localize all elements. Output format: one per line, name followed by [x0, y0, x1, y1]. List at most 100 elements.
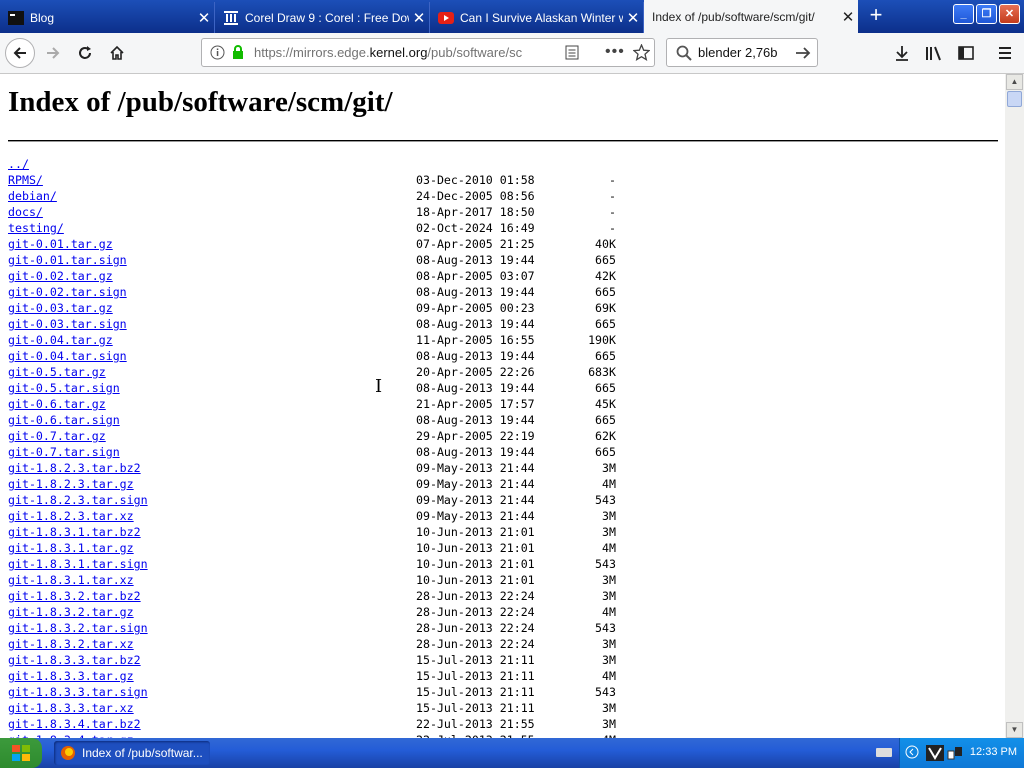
list-item: git-1.8.3.1.tar.xz 10-Jun-2013 21:01 3M: [8, 572, 628, 588]
file-link[interactable]: git-1.8.3.1.tar.gz: [8, 540, 134, 556]
file-size: -: [609, 205, 616, 219]
start-button[interactable]: [0, 738, 42, 768]
close-tab-icon[interactable]: ✕: [409, 9, 429, 27]
list-item: git-1.8.3.2.tar.sign 28-Jun-2013 22:24 543: [8, 620, 628, 636]
new-tab-button[interactable]: +: [864, 4, 888, 28]
file-link[interactable]: docs/: [8, 204, 43, 220]
file-link[interactable]: git-1.8.3.1.tar.bz2: [8, 524, 141, 540]
tab-blog[interactable]: Blog ✕: [0, 2, 215, 33]
file-link[interactable]: git-1.8.3.1.tar.xz: [8, 572, 134, 588]
file-link[interactable]: testing/: [8, 220, 64, 236]
search-input[interactable]: blender 2,76b: [698, 45, 778, 60]
file-link[interactable]: git-1.8.3.2.tar.gz: [8, 604, 134, 620]
file-link[interactable]: git-1.8.3.4.tar.bz2: [8, 716, 141, 732]
reader-view-icon[interactable]: [565, 45, 579, 65]
network-icon[interactable]: [947, 745, 963, 764]
window-controls: _ ❐ ✕: [953, 4, 1020, 24]
bookmark-star-icon[interactable]: [632, 43, 651, 66]
scrollbar-thumb[interactable]: [1007, 91, 1022, 107]
downloads-button[interactable]: [887, 38, 917, 68]
close-window-button[interactable]: ✕: [999, 4, 1020, 24]
tab-youtube[interactable]: Can I Survive Alaskan Winter w ✕: [430, 2, 644, 33]
file-link[interactable]: git-1.8.3.3.tar.sign: [8, 684, 148, 700]
maximize-button[interactable]: ❐: [976, 4, 997, 24]
file-link[interactable]: RPMS/: [8, 172, 43, 188]
file-link[interactable]: git-1.8.2.3.tar.gz: [8, 476, 134, 492]
list-item: git-1.8.3.3.tar.sign 15-Jul-2013 21:11 543: [8, 684, 628, 700]
close-tab-icon[interactable]: ✕: [838, 8, 858, 26]
info-icon[interactable]: [210, 45, 225, 65]
file-link[interactable]: git-1.8.3.2.tar.xz: [8, 636, 134, 652]
tray-expand-icon[interactable]: [905, 745, 919, 762]
navigation-toolbar: https://mirrors.edge.kernel.org/pub/soft…: [0, 33, 1024, 74]
back-arrow-icon: [13, 47, 26, 59]
vlc-tray-icon[interactable]: [926, 745, 944, 764]
tab-corel[interactable]: Corel Draw 9 : Corel : Free Down ✕: [215, 2, 430, 33]
list-item: git-0.03.tar.gz 09-Apr-2005 00:23 69K: [8, 300, 628, 316]
file-link[interactable]: git-0.01.tar.gz: [8, 236, 113, 252]
file-link[interactable]: git-1.8.3.1.tar.sign: [8, 556, 148, 572]
file-link[interactable]: git-0.01.tar.sign: [8, 252, 127, 268]
file-size: 42K: [595, 269, 616, 283]
file-link[interactable]: git-1.8.3.2.tar.sign: [8, 620, 148, 636]
file-link[interactable]: git-0.7.tar.gz: [8, 428, 106, 444]
file-link[interactable]: git-0.6.tar.gz: [8, 396, 106, 412]
close-tab-icon[interactable]: ✕: [194, 9, 214, 27]
address-bar[interactable]: https://mirrors.edge.kernel.org/pub/soft…: [201, 38, 655, 67]
file-listing: ../RPMS/03-Dec-2010 01:58- debian/24-Dec-…: [8, 156, 628, 738]
file-link[interactable]: git-1.8.3.3.tar.gz: [8, 668, 134, 684]
youtube-favicon-icon: [438, 10, 454, 26]
library-button[interactable]: [919, 38, 949, 68]
file-size: 665: [595, 413, 616, 427]
file-link[interactable]: git-1.8.2.3.tar.sign: [8, 492, 148, 508]
menu-button[interactable]: [990, 38, 1020, 68]
file-link[interactable]: git-0.02.tar.gz: [8, 268, 113, 284]
file-date: 09-May-2013 21:44: [416, 493, 535, 507]
file-link[interactable]: git-1.8.2.3.tar.bz2: [8, 460, 141, 476]
file-link[interactable]: git-0.04.tar.gz: [8, 332, 113, 348]
file-size: 3M: [602, 525, 616, 539]
file-date: 09-May-2013 21:44: [416, 509, 535, 523]
file-date: 08-Aug-2013 19:44: [416, 317, 535, 331]
taskbar-window-button[interactable]: Index of /pub/softwar...: [54, 741, 210, 765]
list-item: RPMS/03-Dec-2010 01:58 -: [8, 172, 628, 188]
file-size: 3M: [602, 573, 616, 587]
file-link[interactable]: git-0.7.tar.sign: [8, 444, 120, 460]
file-link[interactable]: git-0.5.tar.gz: [8, 364, 106, 380]
file-date: 09-May-2013 21:44: [416, 461, 535, 475]
file-link[interactable]: ../: [8, 156, 29, 172]
file-link[interactable]: debian/: [8, 188, 57, 204]
file-link[interactable]: git-0.03.tar.sign: [8, 316, 127, 332]
file-link[interactable]: git-1.8.3.2.tar.bz2: [8, 588, 141, 604]
file-size: 3M: [602, 509, 616, 523]
page-actions-icon[interactable]: •••: [605, 43, 625, 61]
home-button[interactable]: [102, 38, 132, 68]
scroll-down-arrow-icon[interactable]: ▼: [1006, 722, 1023, 738]
reload-button[interactable]: [70, 38, 100, 68]
tab-git-index[interactable]: Index of /pub/software/scm/git/ ✕: [644, 0, 858, 33]
file-link[interactable]: git-1.8.2.3.tar.xz: [8, 508, 134, 524]
sidebar-button[interactable]: [951, 38, 981, 68]
search-box[interactable]: blender 2,76b: [666, 38, 818, 67]
minimize-button[interactable]: _: [953, 4, 974, 24]
scroll-up-arrow-icon[interactable]: ▲: [1006, 74, 1023, 90]
lock-icon[interactable]: [231, 45, 245, 65]
url-text[interactable]: https://mirrors.edge.kernel.org/pub/soft…: [254, 45, 526, 60]
back-button[interactable]: [5, 38, 35, 68]
file-link[interactable]: git-0.04.tar.sign: [8, 348, 127, 364]
close-tab-icon[interactable]: ✕: [623, 9, 643, 27]
file-link[interactable]: git-1.8.3.3.tar.xz: [8, 700, 134, 716]
file-link[interactable]: git-1.8.3.3.tar.bz2: [8, 652, 141, 668]
file-size: 4M: [602, 669, 616, 683]
file-link[interactable]: git-0.5.tar.sign: [8, 380, 120, 396]
file-size: 665: [595, 285, 616, 299]
search-go-arrow-icon[interactable]: [794, 44, 812, 67]
vertical-scrollbar[interactable]: ▲ ▼: [1005, 74, 1024, 738]
file-link[interactable]: git-0.02.tar.sign: [8, 284, 127, 300]
url-prefix: https://mirrors.edge.: [254, 45, 370, 60]
keyboard-icon[interactable]: [876, 746, 892, 761]
hamburger-menu-icon: [999, 47, 1011, 59]
forward-button[interactable]: [38, 38, 68, 68]
file-link[interactable]: git-0.03.tar.gz: [8, 300, 113, 316]
file-link[interactable]: git-0.6.tar.sign: [8, 412, 120, 428]
